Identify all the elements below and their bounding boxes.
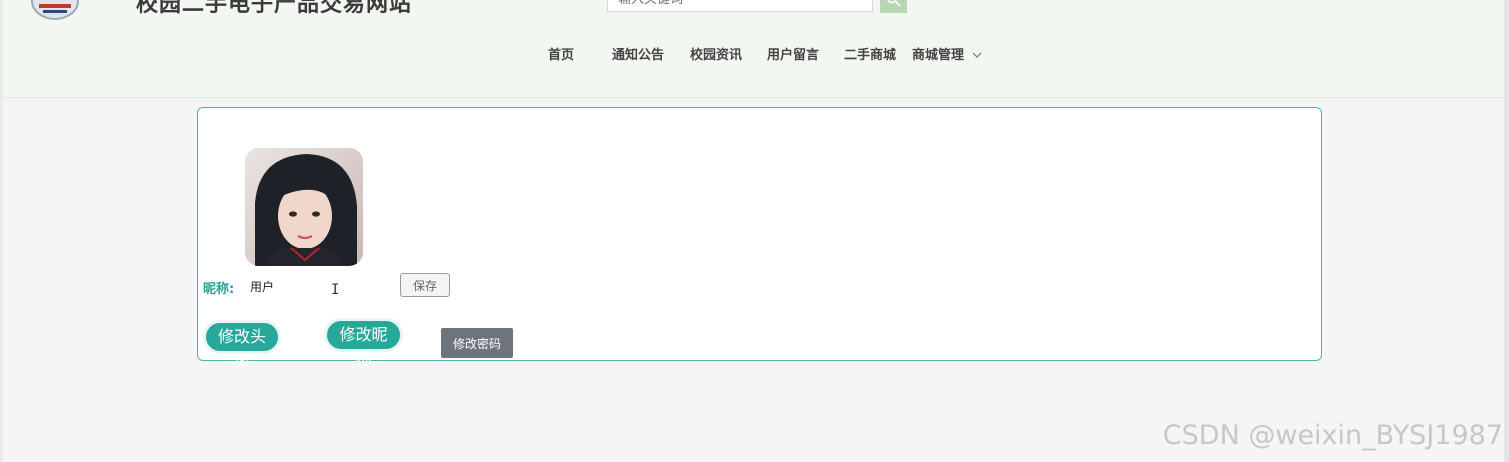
- nav-item-campus-news[interactable]: 校园资讯: [690, 44, 742, 63]
- nav-item-mall-management[interactable]: 商城管理: [912, 44, 982, 63]
- change-nickname-button[interactable]: 修改昵称: [324, 318, 403, 368]
- nav-item-messages[interactable]: 用户留言: [767, 44, 819, 63]
- change-avatar-button[interactable]: 修改头像: [203, 320, 281, 370]
- page: 校园二手电子产品交易网站 首页 通知公告 校园资讯 用户留言 二手商城 商城管理: [0, 0, 1509, 462]
- nav-item-second-hand-mall[interactable]: 二手商城: [844, 44, 896, 63]
- site-header: 校园二手电子产品交易网站 首页 通知公告 校园资讯 用户留言 二手商城 商城管理: [3, 0, 1504, 98]
- search-input[interactable]: [607, 0, 873, 12]
- user-avatar: [245, 148, 363, 266]
- text-cursor-icon: I: [331, 282, 340, 298]
- nickname-input[interactable]: [241, 274, 381, 298]
- nav-item-mall-management-label: 商城管理: [912, 48, 965, 63]
- search-button[interactable]: [880, 0, 907, 13]
- profile-card: 昵称: I 保存 修改头像 修改昵称 修改密码: [197, 107, 1322, 370]
- chevron-down-icon: [972, 52, 981, 58]
- watermark: CSDN @weixin_BYSJ1987: [1162, 420, 1503, 451]
- save-button[interactable]: 保存: [400, 273, 450, 297]
- change-password-button[interactable]: 修改密码: [441, 328, 513, 358]
- site-logo: [31, 0, 79, 20]
- window-edge-right: [1504, 0, 1509, 462]
- nav-item-notices[interactable]: 通知公告: [612, 44, 664, 63]
- site-title: 校园二手电子产品交易网站: [136, 0, 413, 17]
- search-icon: [887, 0, 901, 7]
- main-nav: 首页 通知公告 校园资讯 用户留言 二手商城 商城管理: [3, 44, 1504, 64]
- nickname-label: 昵称:: [203, 282, 235, 297]
- nav-item-home[interactable]: 首页: [548, 44, 574, 63]
